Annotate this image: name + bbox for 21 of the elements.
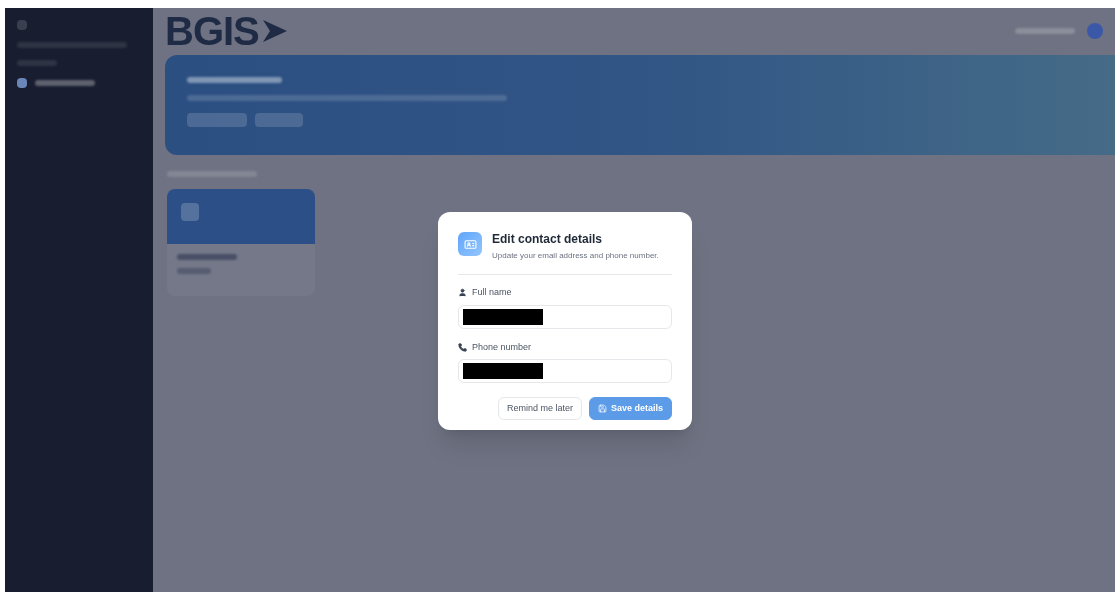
contact-card-icon bbox=[458, 232, 482, 256]
dialog-title: Edit contact details bbox=[492, 232, 604, 247]
field-label: Phone number bbox=[472, 340, 532, 354]
card-icon bbox=[181, 203, 199, 221]
input-field[interactable] bbox=[458, 359, 672, 383]
logo: BGIS bbox=[165, 10, 287, 51]
input-field[interactable] bbox=[458, 304, 672, 329]
banner-chip bbox=[187, 113, 247, 127]
field-label: Full name bbox=[472, 286, 512, 299]
blurred-text bbox=[1015, 27, 1075, 34]
blurred-text bbox=[35, 80, 95, 86]
sidebar-item-icon bbox=[17, 78, 27, 88]
chevron-logo-icon bbox=[260, 19, 287, 42]
blurred-text bbox=[177, 254, 237, 260]
phone-icon bbox=[458, 342, 467, 352]
save-icon bbox=[597, 404, 607, 413]
remind-later-button[interactable]: Remind me later bbox=[497, 397, 582, 420]
banner-chip bbox=[255, 113, 303, 127]
person-icon bbox=[458, 288, 467, 298]
blurred-text bbox=[177, 268, 211, 274]
dialog-subtitle: Update your email address and phone number. bbox=[492, 250, 659, 262]
